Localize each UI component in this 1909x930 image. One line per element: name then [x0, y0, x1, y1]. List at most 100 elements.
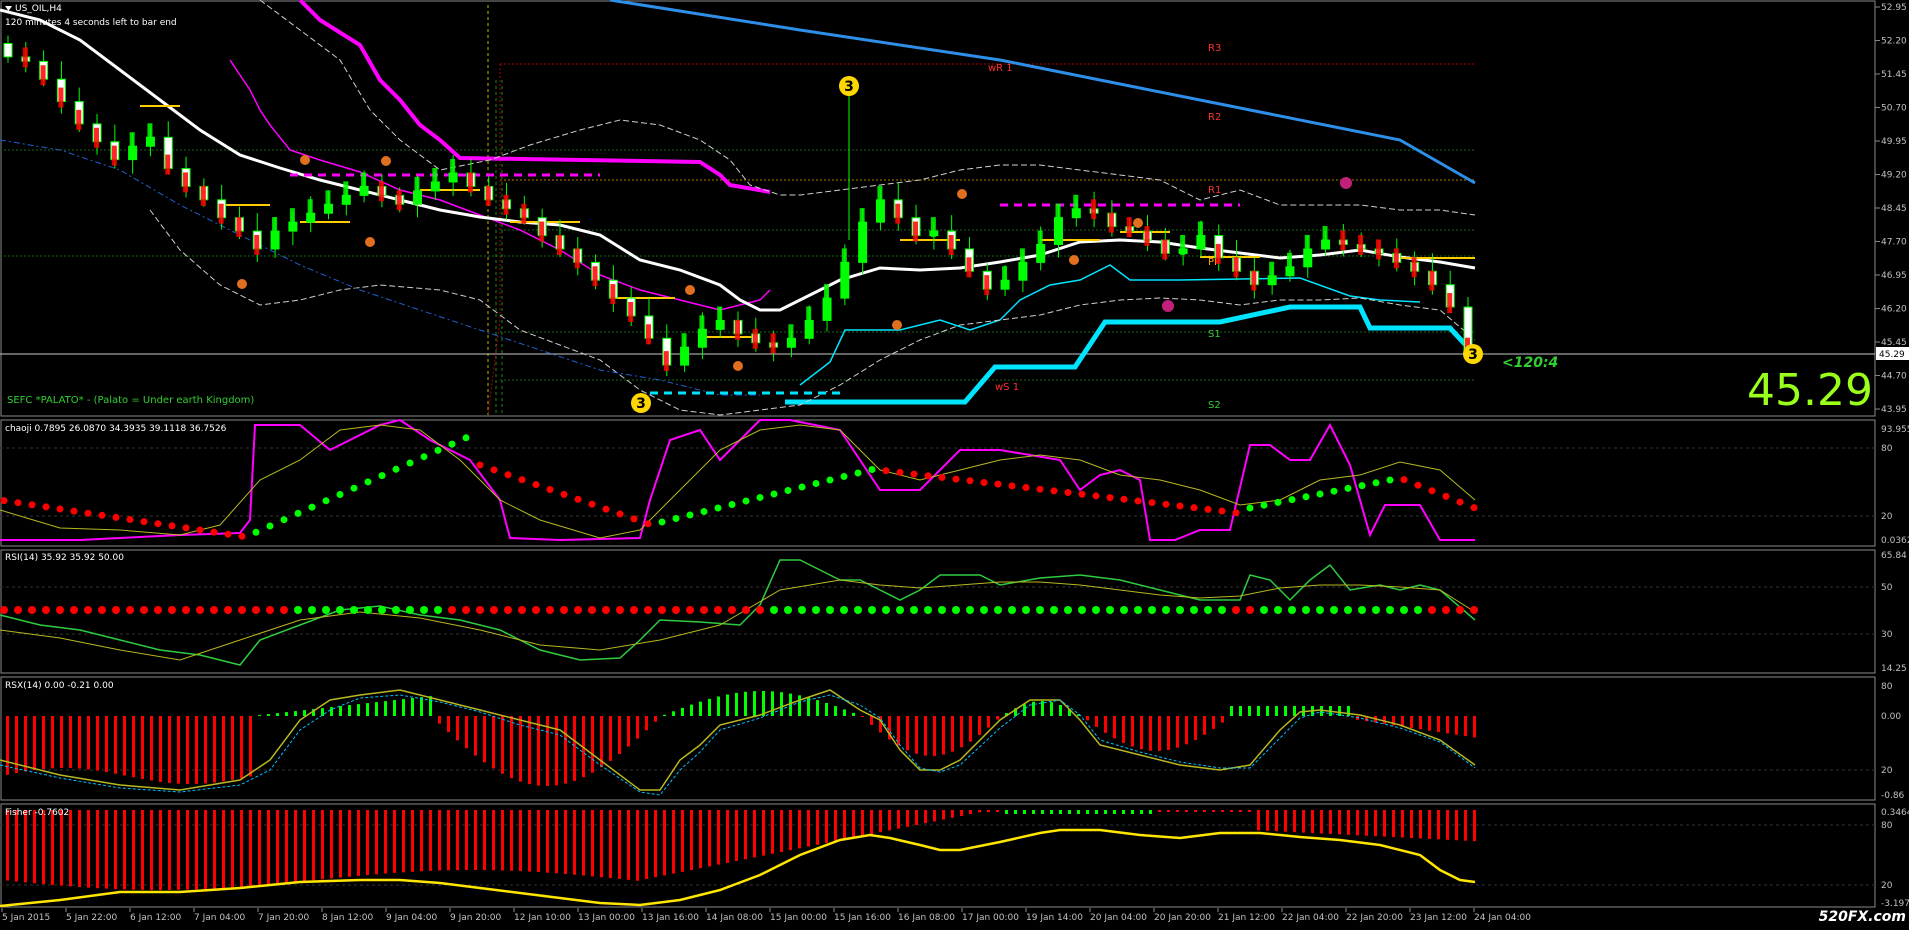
signal-dot — [196, 606, 204, 614]
signal-dot — [434, 606, 442, 614]
signal-dot — [560, 490, 568, 498]
signal-dot — [140, 606, 148, 614]
fisher-bar — [1167, 810, 1170, 812]
signal-dot — [308, 503, 316, 511]
axis-tick: 20 — [1881, 766, 1893, 776]
fisher-bar — [969, 810, 972, 815]
signal-dot — [602, 606, 610, 614]
signal-dot — [14, 499, 22, 507]
signal-dot — [532, 606, 540, 614]
fisher-bar — [249, 810, 252, 887]
fisher-bar — [1122, 810, 1125, 814]
rsx-bar — [933, 716, 936, 756]
signal-dot — [1456, 498, 1464, 506]
time-tick: 5 Jan 2015 — [2, 913, 50, 923]
signal-dot — [700, 508, 708, 515]
rsx-bar — [1194, 716, 1197, 740]
signal-dot — [406, 459, 414, 467]
signal-dot — [420, 453, 428, 461]
fisher-bar — [357, 810, 360, 876]
signal-dot — [1442, 606, 1450, 614]
signal-dot — [1316, 490, 1324, 498]
axis-tick: 14.25 — [1881, 664, 1907, 674]
fisher-bar — [267, 810, 270, 885]
axis-tick: 20 — [1881, 881, 1893, 891]
rsx-bar — [1221, 716, 1224, 723]
fisher-bar — [888, 810, 891, 831]
signal-dot — [266, 522, 274, 530]
signal-dot — [574, 495, 582, 503]
signal-dot — [1372, 479, 1380, 487]
signal-dot — [28, 606, 36, 614]
signal-dot — [1274, 606, 1282, 614]
chaoji-label: chaoji 0.7895 26.0870 34.3935 39.1118 36… — [5, 424, 227, 434]
signal-dot — [1008, 606, 1016, 614]
signal-dot — [1064, 489, 1072, 497]
fisher-bar — [420, 810, 423, 872]
signal-dot — [798, 606, 806, 614]
signal-dot — [1232, 509, 1240, 517]
rsx-bar — [1140, 716, 1143, 750]
signal-dot — [336, 606, 344, 614]
rsx-bar — [87, 716, 90, 770]
signal-dot — [574, 606, 582, 614]
rsx-bar — [510, 716, 513, 779]
fisher-bar — [960, 810, 963, 816]
fisher-bar — [645, 810, 648, 879]
fisher-bar — [1275, 810, 1278, 832]
signal-dot — [196, 526, 204, 534]
rsx-bar — [645, 716, 648, 731]
fisher-bar — [87, 810, 90, 888]
fisher-bar — [15, 810, 18, 882]
fisher-bar — [1221, 810, 1224, 812]
signal-dot — [994, 480, 1002, 488]
signal-dot — [476, 461, 484, 469]
signal-dot — [462, 434, 470, 442]
signal-dot — [1414, 481, 1422, 489]
rsx-bar — [1158, 716, 1161, 751]
fisher-bar — [546, 810, 549, 873]
fisher-bar — [609, 810, 612, 879]
fisher-bar — [1059, 810, 1062, 814]
signal-dot — [84, 509, 92, 517]
time-tick: 17 Jan 00:00 — [962, 913, 1019, 923]
rsx-bar — [393, 700, 396, 716]
signal-dot — [882, 606, 890, 614]
price-tick: 45.45 — [1881, 338, 1907, 348]
signal-dot — [602, 505, 610, 513]
signal-dot — [672, 515, 680, 522]
signal-dot — [560, 606, 568, 614]
fisher-bar — [42, 810, 45, 885]
chart-canvas[interactable]: R3wR 1R2R1PPS1wS 1S2 3 3 3 US_OIL,H4 120… — [0, 0, 1909, 926]
rsx-bar — [537, 716, 540, 786]
signal-dot — [728, 606, 736, 614]
signal-dot — [434, 446, 442, 454]
rsx-bar — [114, 716, 117, 774]
rsx-bar — [834, 706, 837, 716]
fisher-bar — [366, 810, 369, 876]
axis-tick: 20 — [1881, 512, 1893, 522]
fisher-bar — [1374, 810, 1377, 837]
signal-dot — [798, 483, 806, 491]
signal-dot — [182, 606, 190, 614]
time-tick: 23 Jan 12:00 — [1410, 913, 1467, 923]
rsx-bar — [177, 716, 180, 784]
level-label: R2 — [1208, 112, 1221, 123]
signal-dot — [994, 606, 1002, 614]
signal-dot — [1022, 606, 1030, 614]
fisher-bar — [564, 810, 567, 875]
signal-dot — [126, 606, 134, 614]
time-tick: 22 Jan 20:00 — [1346, 913, 1403, 923]
rsx-bar — [1230, 706, 1233, 716]
fisher-bar — [375, 810, 378, 875]
fisher-bar — [456, 810, 459, 871]
watermark: 520FX.com — [1819, 909, 1906, 925]
rsx-bar — [1212, 716, 1215, 729]
signal-dot — [420, 606, 428, 614]
signal-dot — [686, 606, 694, 614]
price-tick: 44.70 — [1881, 372, 1907, 382]
signal-dot — [126, 516, 134, 523]
fisher-bar — [771, 810, 774, 854]
rsx-bar — [1437, 716, 1440, 733]
chart-window[interactable]: R3 wR 1 R2 R1 PP S1 wS 1 S2 3 3 3 US_OIL… — [0, 0, 1909, 926]
